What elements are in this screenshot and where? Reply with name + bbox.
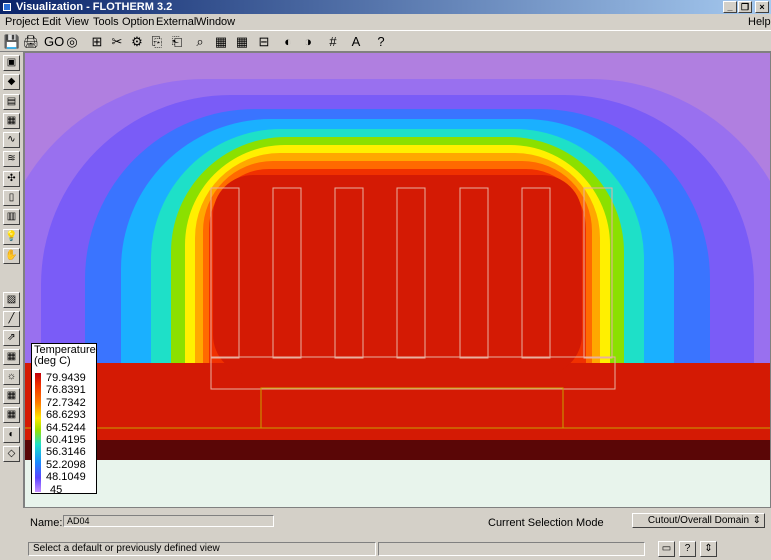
title-bar: Visualization - FLOTHERM 3.2 _ ❐ × (0, 0, 771, 14)
status-bar: Select a default or previously defined v… (0, 540, 771, 560)
close-button[interactable]: × (755, 1, 769, 13)
graph-icon[interactable]: ╱ (3, 311, 20, 327)
legend-value: 60.4195 (46, 434, 86, 446)
split-object-icon[interactable]: ⊞ (88, 33, 106, 50)
legend-value: 68.6293 (46, 409, 86, 422)
calculator-icon[interactable]: ▦ (3, 349, 20, 365)
dropdown-arrow-icon: ⇕ (752, 515, 761, 526)
menu-help[interactable]: Help (748, 14, 771, 30)
menu-view[interactable]: View (65, 14, 89, 30)
grid-icon[interactable]: # (324, 33, 342, 50)
tree-icon[interactable]: ⊟ (255, 33, 273, 50)
side-toolbar: ▣ ◆ ▤ ▦ ∿ ≋ ✣ ▯ ▥ 💡 ✋ ▨ ╱ ⇗ ▦ ☼ ▦ ▦ ◐ ◇ (0, 52, 24, 508)
flow-icon[interactable]: ∿ (3, 132, 20, 148)
keyboard-icon[interactable]: ▭ (658, 541, 675, 557)
rainbow-icon[interactable]: ☼ (3, 369, 20, 385)
name-field[interactable]: AD04 (63, 515, 274, 527)
menu-tools[interactable]: Tools (93, 14, 119, 30)
find-icon[interactable]: ⌕ (191, 33, 209, 50)
lightbulb-icon[interactable]: 💡 (3, 229, 20, 245)
save-icon[interactable]: 💾 (3, 33, 21, 50)
legend-value: 64.5244 (46, 421, 86, 434)
menu-external[interactable]: External (156, 14, 196, 30)
window-title: Visualization - FLOTHERM 3.2 (16, 1, 173, 13)
copy-icon[interactable]: ⎘ (148, 33, 166, 50)
temperature-contour-plot[interactable] (25, 53, 770, 507)
app-icon (2, 2, 12, 12)
cut-icon[interactable]: ✂ (108, 33, 126, 50)
plane-icon[interactable]: ▣ (3, 55, 20, 71)
menu-window[interactable]: Window (196, 14, 235, 30)
compass-icon[interactable]: ◎ (63, 33, 81, 50)
selection-mode-dropdown[interactable]: Cutout/Overall Domain ⇕ (632, 513, 765, 528)
view-up-icon[interactable]: ◐ (279, 33, 297, 50)
legend-color-bar (35, 373, 41, 492)
menu-bar: Project Edit View Tools Option External … (0, 14, 771, 30)
print-icon[interactable]: 🖨 (22, 33, 40, 50)
arrows-icon[interactable]: ⇗ (3, 330, 20, 346)
monitor-icon[interactable]: ▯ (3, 190, 20, 206)
grid-objects-2-icon[interactable]: ▦ (233, 33, 251, 50)
visualization-viewport[interactable] (24, 52, 771, 508)
legend-value: 52.2098 (46, 458, 86, 471)
name-label: Name: (30, 517, 63, 529)
legend-value: 79.9439 (46, 372, 86, 384)
legend-value: 72.7342 (46, 396, 86, 409)
particles-icon[interactable]: ≋ (3, 151, 20, 167)
curve-icon[interactable]: ◐ (3, 427, 20, 443)
selection-mode-value: Cutout/Overall Domain (647, 515, 750, 526)
text-edit-icon[interactable]: A (347, 33, 365, 50)
view-down-icon[interactable]: ◑ (299, 33, 317, 50)
gradient-icon[interactable]: ▤ (3, 94, 20, 110)
ambient-floor (25, 460, 770, 507)
grid-objects-icon[interactable]: ▦ (212, 33, 230, 50)
legend-value: 56.3146 (46, 446, 86, 459)
menu-project[interactable]: Project (5, 14, 39, 30)
legend-value: 76.8391 (46, 384, 86, 397)
minimize-button[interactable]: _ (723, 1, 737, 13)
paste-icon[interactable]: ⎗ (168, 33, 186, 50)
probe-icon[interactable]: ✣ (3, 171, 20, 187)
restore-button[interactable]: ❐ (738, 1, 752, 13)
surface-icon[interactable]: ▦ (3, 113, 20, 129)
assembly-icon[interactable]: ⚙ (128, 33, 146, 50)
grid3d-icon[interactable]: ▦ (3, 407, 20, 423)
main-toolbar: 💾 🖨 GO ◎ ⊞ ✂ ⚙ ⎘ ⎗ ⌕ ▦ ▦ ⊟ ◐ ◑ # A? (0, 30, 771, 52)
diamond-icon[interactable]: ◇ (3, 446, 20, 462)
legend-unit: (deg C) (34, 355, 71, 367)
plot-icon[interactable]: ▨ (3, 292, 20, 308)
table-icon[interactable]: ▥ (3, 209, 20, 225)
temperature-legend: Temperature (deg C) 79.9439 76.8391 72.734… (31, 343, 97, 496)
status-panel (378, 542, 645, 556)
legend-value: 45 (50, 483, 63, 496)
menu-option[interactable]: Option (122, 14, 154, 30)
legend-value: 48.1049 (46, 471, 86, 484)
iso-icon[interactable]: ◆ (3, 74, 20, 90)
help-icon[interactable]: ? (679, 541, 696, 557)
menu-edit[interactable]: Edit (42, 14, 61, 30)
mesh-icon[interactable]: ▦ (3, 388, 20, 404)
selection-mode-label: Current Selection Mode (488, 517, 604, 529)
help-pointer-icon[interactable]: ? (372, 33, 390, 50)
spinner-icon[interactable]: ⇕ (700, 541, 717, 557)
hand-icon[interactable]: ✋ (3, 248, 20, 264)
go-icon[interactable]: GO (44, 33, 64, 50)
window-controls: _ ❐ × (723, 1, 769, 13)
status-message: Select a default or previously defined v… (28, 542, 376, 556)
pcb-board (25, 440, 770, 460)
